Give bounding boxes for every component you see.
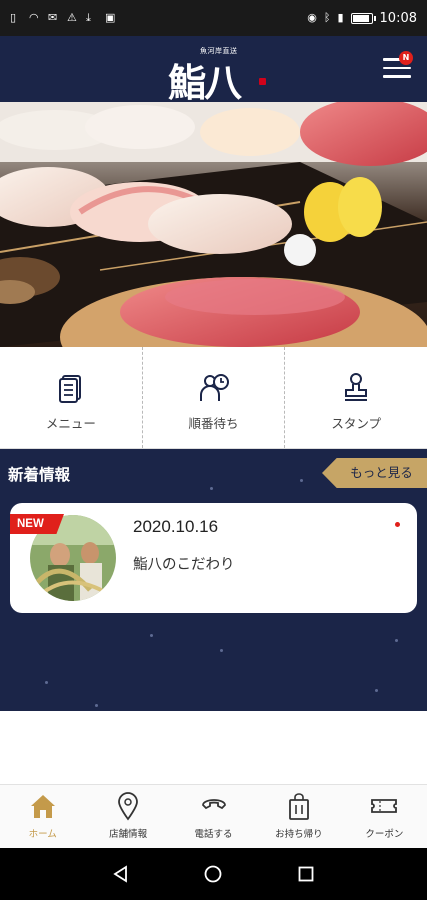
- tab-home[interactable]: ホーム: [0, 785, 85, 848]
- coupon-ticket-icon: [371, 799, 398, 813]
- phone-icon: [201, 799, 226, 810]
- unread-dot: [395, 522, 400, 527]
- news-headline: 鮨八のこだわり: [133, 557, 235, 573]
- news-section-title: 新着情報: [8, 466, 71, 484]
- see-more-button[interactable]: もっと見る: [322, 458, 427, 488]
- eye-icon: ◉: [307, 11, 317, 24]
- logo-seal: [259, 78, 266, 85]
- menu-book-icon: [58, 375, 81, 403]
- menu-new-badge: N: [399, 51, 413, 65]
- battery-icon: [350, 12, 376, 24]
- news-card[interactable]: NEW 2020.10.16 鮨八のこだわり: [10, 503, 417, 613]
- decor-dot: [150, 634, 153, 637]
- quick-menu-label: メニュー: [45, 416, 96, 431]
- quick-menu-item-stamp[interactable]: スタンプ: [284, 347, 427, 448]
- app-screen: ▯ ◠ ✉ ⚠ ⤓ ▣ ◉ ᛒ ▮ 10:08 魚河岸直送 鮨八 N メニュー …: [0, 0, 427, 900]
- status-time: 10:08: [379, 10, 417, 26]
- wifi-icon: ◠: [29, 11, 39, 24]
- news-section: 新着情報 もっと見る NEW 2020.10.16 鮨八のこだわり: [0, 449, 427, 711]
- quick-menu-label: 順番待ち: [188, 416, 239, 431]
- back-icon[interactable]: [112, 865, 130, 883]
- tab-store-info[interactable]: 店舗情報: [85, 785, 170, 848]
- new-badge: NEW: [10, 514, 64, 534]
- image-icon: ▣: [105, 11, 116, 24]
- decor-dot: [95, 704, 98, 707]
- mail-icon: ✉: [48, 11, 58, 24]
- tab-label: お持ち帰り: [275, 829, 323, 840]
- system-nav-bar: [0, 848, 427, 900]
- quick-menu-item-queue[interactable]: 順番待ち: [141, 347, 285, 448]
- bluetooth-icon: ᛒ: [323, 11, 331, 24]
- quick-menu-item-menu[interactable]: メニュー: [0, 347, 142, 448]
- tab-call[interactable]: 電話する: [171, 785, 256, 848]
- sim-icon: ▯: [10, 11, 17, 24]
- quick-menu: メニュー 順番待ち スタンプ: [0, 347, 427, 449]
- notification-icons: ▯ ◠ ✉ ⚠ ⤓ ▣: [10, 12, 117, 24]
- location-pin-icon: [118, 792, 139, 821]
- hero-sushi-image: [0, 102, 427, 347]
- recents-icon[interactable]: [297, 865, 315, 883]
- stamp-icon: [345, 373, 368, 401]
- download-icon: ⤓: [86, 11, 91, 24]
- decor-dot: [300, 479, 303, 482]
- decor-dot: [220, 649, 223, 652]
- tab-label: クーポン: [365, 829, 404, 840]
- quick-menu-label: スタンプ: [331, 416, 381, 431]
- tab-label: 電話する: [194, 829, 233, 840]
- tab-takeout[interactable]: お持ち帰り: [256, 785, 341, 848]
- tab-label: 店舗情報: [109, 829, 148, 840]
- decor-dot: [210, 487, 213, 490]
- home-circle-icon[interactable]: [204, 865, 222, 883]
- decor-dot: [375, 689, 378, 692]
- decor-dot: [395, 639, 398, 642]
- system-icons: ◉ ᛒ ▮ 10:08: [307, 11, 417, 26]
- bottom-tab-bar: ホーム 店舗情報 電話する お持ち帰り クーポン: [0, 784, 427, 848]
- warning-icon: ⚠: [67, 11, 77, 24]
- vibrate-icon: ▮: [337, 11, 344, 24]
- logo-text: 鮨八: [168, 60, 242, 105]
- brand-logo[interactable]: 魚河岸直送 鮨八: [168, 44, 268, 105]
- queue-wait-icon: [199, 374, 229, 401]
- takeout-bag-icon: [289, 793, 309, 820]
- tab-coupon[interactable]: クーポン: [342, 785, 427, 848]
- tab-label: ホーム: [28, 829, 57, 840]
- decor-dot: [45, 681, 48, 684]
- news-date: 2020.10.16: [133, 517, 219, 536]
- status-bar: ▯ ◠ ✉ ⚠ ⤓ ▣ ◉ ᛒ ▮ 10:08: [0, 0, 427, 36]
- app-header: 魚河岸直送 鮨八 N: [0, 36, 427, 105]
- home-icon: [30, 795, 55, 818]
